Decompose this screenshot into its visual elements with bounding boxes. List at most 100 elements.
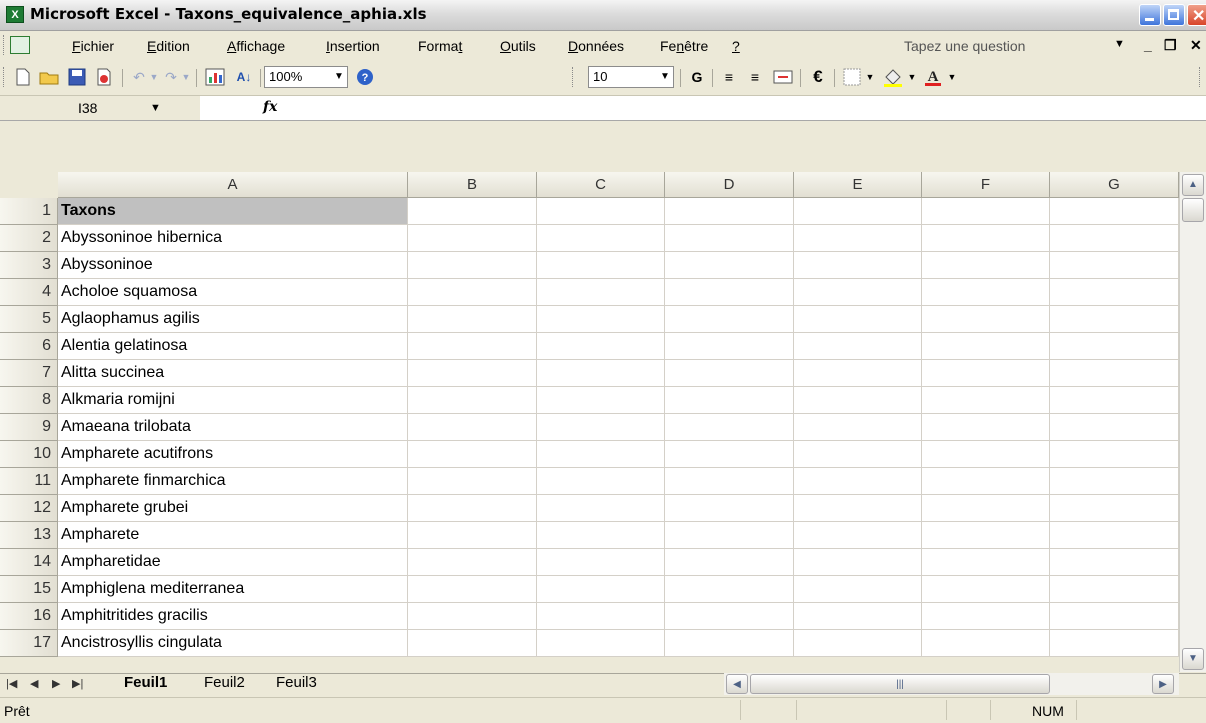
redo-dropdown-icon[interactable]: ▼ bbox=[180, 66, 192, 88]
table-cell[interactable] bbox=[537, 279, 665, 306]
row-header[interactable]: 4 bbox=[0, 279, 58, 306]
merge-center-icon[interactable] bbox=[770, 66, 796, 88]
row-header[interactable]: 11 bbox=[0, 468, 58, 495]
toolbar-options-grip[interactable] bbox=[1199, 67, 1203, 87]
font-color-icon[interactable]: A bbox=[920, 66, 946, 88]
table-cell[interactable]: Taxons bbox=[58, 198, 408, 225]
table-cell[interactable] bbox=[1050, 225, 1179, 252]
chevron-down-icon[interactable]: ▼ bbox=[657, 67, 673, 87]
row-header[interactable]: 15 bbox=[0, 576, 58, 603]
column-header-b[interactable]: B bbox=[408, 172, 537, 198]
table-cell[interactable] bbox=[665, 576, 794, 603]
table-cell[interactable] bbox=[794, 252, 922, 279]
table-cell[interactable] bbox=[922, 495, 1050, 522]
table-cell[interactable] bbox=[794, 306, 922, 333]
borders-dropdown-icon[interactable]: ▼ bbox=[864, 66, 876, 88]
table-cell[interactable] bbox=[1050, 522, 1179, 549]
row-header[interactable]: 12 bbox=[0, 495, 58, 522]
font-size-select[interactable]: 10 ▼ bbox=[588, 66, 674, 88]
table-cell[interactable]: Ampharete bbox=[58, 522, 408, 549]
table-cell[interactable] bbox=[408, 576, 537, 603]
help-icon[interactable]: ? bbox=[354, 66, 376, 88]
row-header[interactable]: 3 bbox=[0, 252, 58, 279]
workbook-icon[interactable] bbox=[10, 36, 30, 54]
table-cell[interactable] bbox=[665, 495, 794, 522]
table-cell[interactable] bbox=[794, 279, 922, 306]
toolbar-grip[interactable] bbox=[3, 67, 7, 87]
table-cell[interactable] bbox=[537, 630, 665, 657]
table-cell[interactable]: Alkmaria romijni bbox=[58, 387, 408, 414]
table-cell[interactable] bbox=[794, 630, 922, 657]
row-header[interactable]: 7 bbox=[0, 360, 58, 387]
save-icon[interactable] bbox=[66, 66, 88, 88]
minimize-button[interactable] bbox=[1139, 4, 1161, 26]
table-cell[interactable] bbox=[537, 522, 665, 549]
table-cell[interactable]: Abyssoninoe hibernica bbox=[58, 225, 408, 252]
scroll-up-icon[interactable]: ▲ bbox=[1182, 174, 1204, 196]
excel-app-icon[interactable]: X bbox=[6, 6, 24, 23]
horizontal-scroll-thumb[interactable]: ||| bbox=[750, 674, 1050, 694]
row-header[interactable]: 2 bbox=[0, 225, 58, 252]
menu-item[interactable]: Format bbox=[418, 38, 462, 54]
table-cell[interactable] bbox=[408, 225, 537, 252]
row-header[interactable]: 1 bbox=[0, 198, 58, 225]
table-cell[interactable] bbox=[665, 387, 794, 414]
align-center-icon[interactable]: ≡ bbox=[744, 66, 766, 88]
menu-item[interactable]: Outils bbox=[500, 38, 536, 54]
row-header[interactable]: 16 bbox=[0, 603, 58, 630]
table-cell[interactable] bbox=[1050, 387, 1179, 414]
cell-reference[interactable]: I38 bbox=[78, 100, 97, 116]
last-sheet-icon[interactable]: ▶| bbox=[72, 677, 83, 690]
table-cell[interactable] bbox=[794, 603, 922, 630]
row-header[interactable]: 6 bbox=[0, 333, 58, 360]
table-cell[interactable] bbox=[408, 630, 537, 657]
table-cell[interactable] bbox=[537, 333, 665, 360]
table-cell[interactable] bbox=[1050, 549, 1179, 576]
table-cell[interactable] bbox=[794, 522, 922, 549]
table-cell[interactable] bbox=[537, 441, 665, 468]
table-cell[interactable]: Amphitritides gracilis bbox=[58, 603, 408, 630]
table-cell[interactable] bbox=[794, 549, 922, 576]
help-question-box[interactable]: Tapez une question bbox=[904, 38, 1025, 54]
table-cell[interactable] bbox=[794, 198, 922, 225]
open-folder-icon[interactable] bbox=[38, 66, 62, 88]
table-cell[interactable] bbox=[922, 306, 1050, 333]
table-cell[interactable]: Amaeana trilobata bbox=[58, 414, 408, 441]
table-cell[interactable]: Amphiglena mediterranea bbox=[58, 576, 408, 603]
table-cell[interactable] bbox=[408, 414, 537, 441]
column-header-f[interactable]: F bbox=[922, 172, 1050, 198]
scroll-left-icon[interactable]: ◀ bbox=[726, 674, 748, 694]
table-cell[interactable] bbox=[922, 441, 1050, 468]
table-cell[interactable] bbox=[408, 387, 537, 414]
permission-icon[interactable] bbox=[92, 66, 116, 88]
table-cell[interactable]: Ancistrosyllis cingulata bbox=[58, 630, 408, 657]
table-cell[interactable] bbox=[794, 495, 922, 522]
first-sheet-icon[interactable]: |◀ bbox=[6, 677, 17, 690]
table-cell[interactable] bbox=[922, 576, 1050, 603]
table-cell[interactable] bbox=[794, 333, 922, 360]
table-cell[interactable] bbox=[665, 279, 794, 306]
table-cell[interactable]: Ampharete acutifrons bbox=[58, 441, 408, 468]
scroll-thumb[interactable] bbox=[1182, 198, 1204, 222]
table-cell[interactable]: Ampharetidae bbox=[58, 549, 408, 576]
table-cell[interactable] bbox=[1050, 495, 1179, 522]
column-header-e[interactable]: E bbox=[794, 172, 922, 198]
chevron-down-icon[interactable]: ▼ bbox=[331, 67, 347, 87]
column-header-a[interactable]: A bbox=[58, 172, 408, 198]
table-cell[interactable] bbox=[922, 522, 1050, 549]
table-cell[interactable] bbox=[922, 387, 1050, 414]
table-cell[interactable] bbox=[1050, 414, 1179, 441]
next-sheet-icon[interactable]: ▶ bbox=[52, 677, 60, 690]
close-button[interactable]: ✕ bbox=[1187, 4, 1206, 26]
table-cell[interactable] bbox=[1050, 603, 1179, 630]
row-header[interactable]: 9 bbox=[0, 414, 58, 441]
table-cell[interactable] bbox=[408, 468, 537, 495]
scroll-right-icon[interactable]: ▶ bbox=[1152, 674, 1174, 694]
table-cell[interactable] bbox=[408, 279, 537, 306]
table-cell[interactable] bbox=[922, 333, 1050, 360]
column-header-g[interactable]: G bbox=[1050, 172, 1179, 198]
table-cell[interactable] bbox=[794, 225, 922, 252]
workbook-restore-icon[interactable]: ❐ bbox=[1164, 37, 1177, 54]
sheet-tab[interactable]: Feuil1 bbox=[124, 673, 167, 693]
table-cell[interactable] bbox=[665, 360, 794, 387]
